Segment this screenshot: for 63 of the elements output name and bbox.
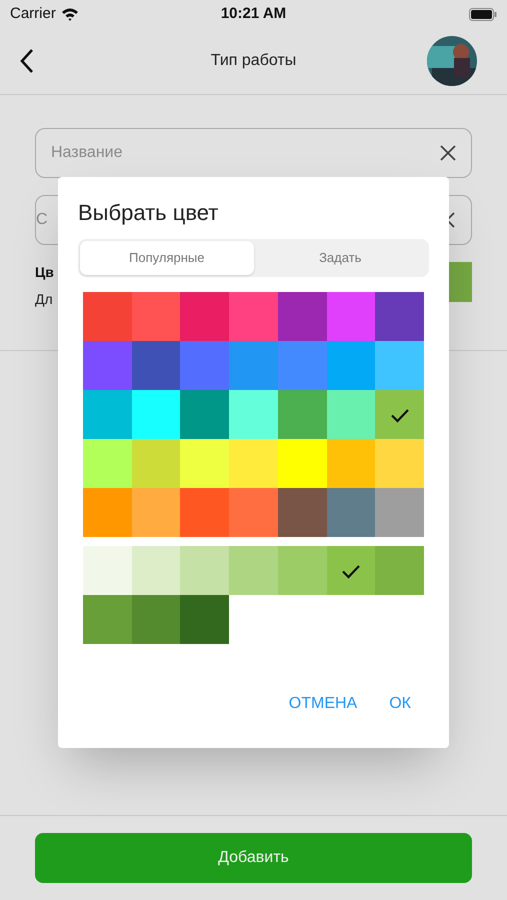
color-swatch[interactable] xyxy=(83,546,132,595)
color-swatch[interactable] xyxy=(132,439,180,488)
color-swatch[interactable] xyxy=(375,292,424,341)
page-title: Тип работы xyxy=(210,51,296,71)
carrier-label: Carrier xyxy=(10,4,56,24)
color-swatch[interactable] xyxy=(180,546,230,595)
clock: 10:21 AM xyxy=(220,4,286,24)
color-swatch[interactable] xyxy=(375,488,424,537)
color-swatch[interactable] xyxy=(180,341,230,390)
color-swatch[interactable] xyxy=(83,488,132,537)
color-swatch[interactable] xyxy=(83,439,132,488)
dialog-button[interactable]: ОТМЕНА xyxy=(288,686,358,722)
color-swatch[interactable] xyxy=(326,488,376,537)
color-swatch[interactable] xyxy=(229,390,278,439)
color-swatch[interactable] xyxy=(83,341,132,390)
color-label: Цв xyxy=(35,263,54,282)
color-swatch[interactable] xyxy=(180,488,230,537)
color-swatch[interactable] xyxy=(180,595,230,644)
color-swatch[interactable] xyxy=(229,439,278,488)
color-swatch[interactable] xyxy=(180,292,230,341)
color-swatch[interactable] xyxy=(278,439,327,488)
color-swatch[interactable] xyxy=(180,390,230,439)
color-swatch[interactable] xyxy=(326,292,376,341)
dialog-button[interactable]: ОК xyxy=(389,686,411,722)
color-swatch[interactable] xyxy=(180,439,230,488)
color-swatch[interactable] xyxy=(229,341,278,390)
field-value: С xyxy=(36,210,49,230)
clear-icon[interactable] xyxy=(439,144,457,162)
color-swatch[interactable] xyxy=(375,390,424,439)
battery-icon xyxy=(469,8,497,20)
color-swatch[interactable] xyxy=(132,341,180,390)
color-swatch[interactable] xyxy=(83,390,132,439)
segment-tab[interactable]: Задать xyxy=(254,241,427,275)
color-swatch[interactable] xyxy=(278,488,327,537)
color-swatch[interactable] xyxy=(229,546,278,595)
color-swatch[interactable] xyxy=(229,292,278,341)
color-swatch[interactable] xyxy=(326,546,376,595)
wifi-icon xyxy=(60,7,79,21)
color-swatch[interactable] xyxy=(278,341,327,390)
color-swatch[interactable] xyxy=(278,390,327,439)
color-swatch[interactable] xyxy=(375,341,424,390)
color-swatch[interactable] xyxy=(326,341,376,390)
color-swatch[interactable] xyxy=(83,292,132,341)
back-icon[interactable] xyxy=(18,48,36,74)
color-swatch[interactable] xyxy=(326,439,376,488)
color-hint: Дл xyxy=(35,290,54,309)
color-swatch[interactable] xyxy=(132,546,180,595)
add-button[interactable]: Добавить xyxy=(35,833,472,883)
color-swatch[interactable] xyxy=(278,292,327,341)
segment-tab[interactable]: Популярные xyxy=(80,241,254,275)
color-swatch[interactable] xyxy=(132,488,180,537)
avatar[interactable] xyxy=(427,36,477,86)
current-color-swatch[interactable] xyxy=(447,262,472,302)
color-swatch[interactable] xyxy=(229,488,278,537)
color-swatch[interactable] xyxy=(278,546,327,595)
color-swatch[interactable] xyxy=(375,439,424,488)
color-swatch[interactable] xyxy=(375,546,424,595)
color-swatch[interactable] xyxy=(132,595,180,644)
color-swatch[interactable] xyxy=(326,390,376,439)
color-swatch[interactable] xyxy=(132,390,180,439)
dialog-title: Выбрать цвет xyxy=(78,199,220,227)
color-swatch[interactable] xyxy=(83,595,132,644)
color-swatch[interactable] xyxy=(132,292,180,341)
